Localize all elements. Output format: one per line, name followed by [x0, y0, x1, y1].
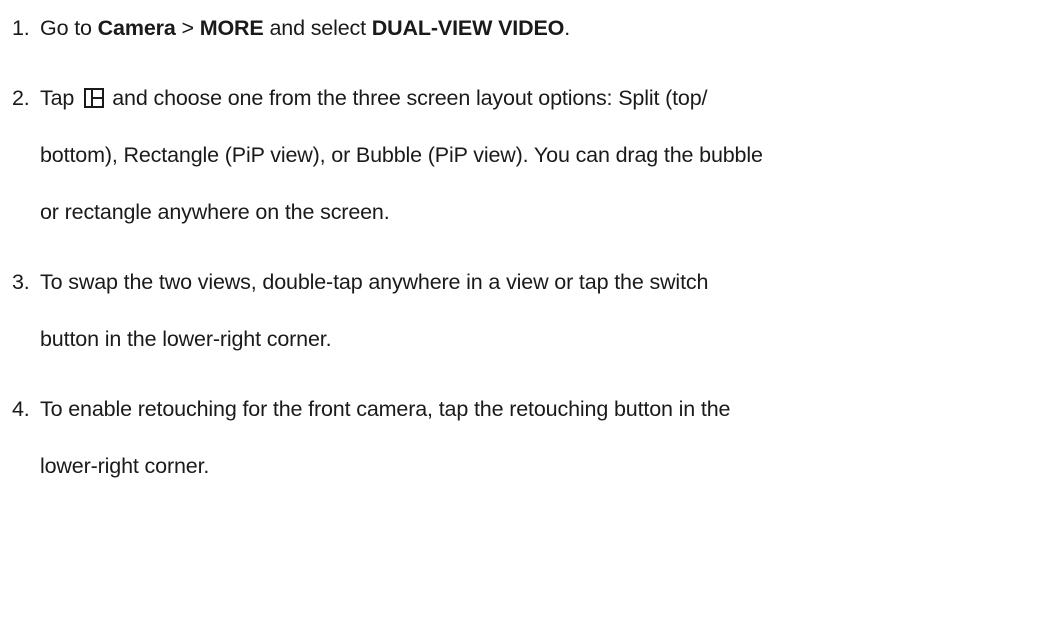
step-number: 3. [12, 270, 30, 294]
step-line: Tap and choose one from the three screen … [40, 70, 1040, 127]
camera-app-label: Camera [97, 16, 176, 40]
step-line: button in the lower-right corner. [40, 327, 332, 351]
step-item: 3. To swap the two views, double-tap any… [12, 254, 1040, 368]
instruction-list: 1. Go to Camera > MORE and select DUAL-V… [12, 0, 1040, 495]
step-line: lower-right corner. [40, 454, 210, 478]
step-number: 1. [12, 16, 30, 40]
step-text: Tap [40, 86, 75, 110]
layout-toggle-icon [84, 73, 105, 108]
step-line: To swap the two views, double-tap anywhe… [40, 270, 709, 294]
step-text: > [175, 16, 200, 40]
step-line: Go to Camera > MORE and select DUAL-VIEW… [40, 0, 1040, 57]
dual-view-video-label: DUAL-VIEW VIDEO [371, 16, 565, 40]
step-line: To enable retouching for the front camer… [40, 397, 731, 421]
step-line: bottom), Rectangle (PiP view), or Bubble… [40, 143, 763, 167]
step-item: 2. Tap and choose one from the three scre… [12, 70, 1040, 241]
step-item: 1. Go to Camera > MORE and select DUAL-V… [12, 0, 1040, 57]
more-menu-label: MORE [199, 16, 264, 40]
step-item: 4. To enable retouching for the front ca… [12, 381, 1040, 495]
step-text: and select [263, 16, 372, 40]
step-text: Go to [40, 16, 98, 40]
step-text: . [564, 16, 571, 40]
step-number: 2. [12, 86, 30, 110]
step-text: and choose one from the three screen lay… [112, 86, 708, 110]
step-number: 4. [12, 397, 30, 421]
step-line: or rectangle anywhere on the screen. [40, 200, 390, 224]
